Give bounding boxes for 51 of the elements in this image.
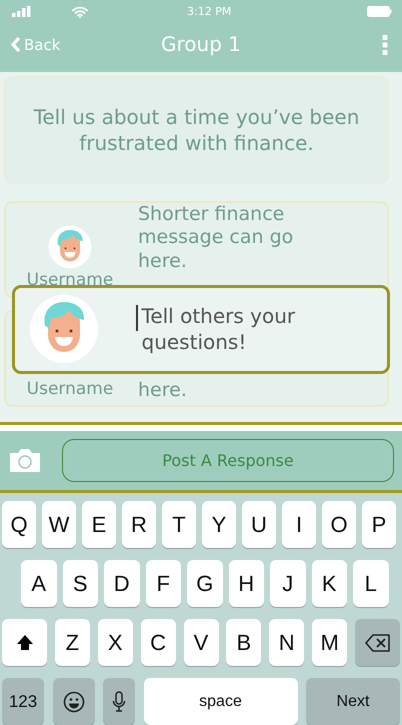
compose-field[interactable]: Tell others your questions! (12, 284, 390, 374)
space-key[interactable]: space (144, 678, 298, 725)
signal-icon (12, 6, 32, 18)
key[interactable]: V (184, 619, 218, 666)
key[interactable]: I (282, 501, 316, 548)
key[interactable]: B (226, 619, 262, 666)
chevron-left-icon (10, 36, 21, 54)
backspace-key[interactable] (355, 619, 400, 666)
key[interactable]: M (312, 619, 348, 666)
key[interactable]: C (140, 619, 176, 666)
key[interactable]: Q (2, 501, 36, 548)
shift-key[interactable] (2, 619, 47, 666)
key[interactable]: D (104, 560, 140, 608)
screen-title: Group 1 (161, 32, 241, 56)
key[interactable]: L (353, 560, 388, 608)
key[interactable]: N (269, 619, 304, 666)
username: Username (26, 378, 114, 399)
battery-icon (367, 6, 392, 18)
key[interactable]: W (42, 501, 76, 548)
key[interactable]: T (162, 501, 196, 548)
key[interactable]: S (62, 560, 98, 608)
status-time: 3:12 PM (186, 5, 232, 18)
key[interactable]: F (146, 560, 181, 608)
key[interactable]: K (312, 560, 347, 608)
wifi-icon (72, 6, 88, 18)
emoji-key[interactable] (52, 678, 94, 725)
key[interactable]: Z (54, 619, 90, 666)
avatar-icon (29, 294, 99, 364)
shift-icon (16, 634, 34, 652)
key[interactable]: A (21, 560, 56, 608)
key[interactable]: J (270, 560, 306, 608)
next-key[interactable]: Next (306, 678, 400, 725)
key[interactable]: Y (202, 501, 236, 548)
compose-placeholder: Tell others your questions! (142, 303, 296, 356)
key[interactable]: E (82, 501, 116, 548)
message-text: Shorter finance message can go here. (137, 202, 294, 274)
key[interactable]: U (242, 501, 276, 548)
numbers-key[interactable]: 123 (2, 678, 44, 725)
key[interactable]: X (98, 619, 133, 666)
key[interactable]: O (322, 501, 356, 548)
key[interactable]: P (362, 501, 396, 548)
backspace-icon (364, 634, 390, 652)
key[interactable]: G (187, 560, 222, 608)
emoji-icon (62, 690, 84, 713)
key[interactable]: R (122, 501, 156, 548)
key[interactable]: H (228, 560, 264, 608)
text-cursor (136, 305, 138, 332)
microphone-icon (112, 690, 126, 713)
message-text: here. (137, 378, 188, 403)
prompt-text: Tell us about a time you’ve been frustrated with finance. (32, 104, 360, 156)
dictation-key[interactable] (103, 678, 135, 725)
